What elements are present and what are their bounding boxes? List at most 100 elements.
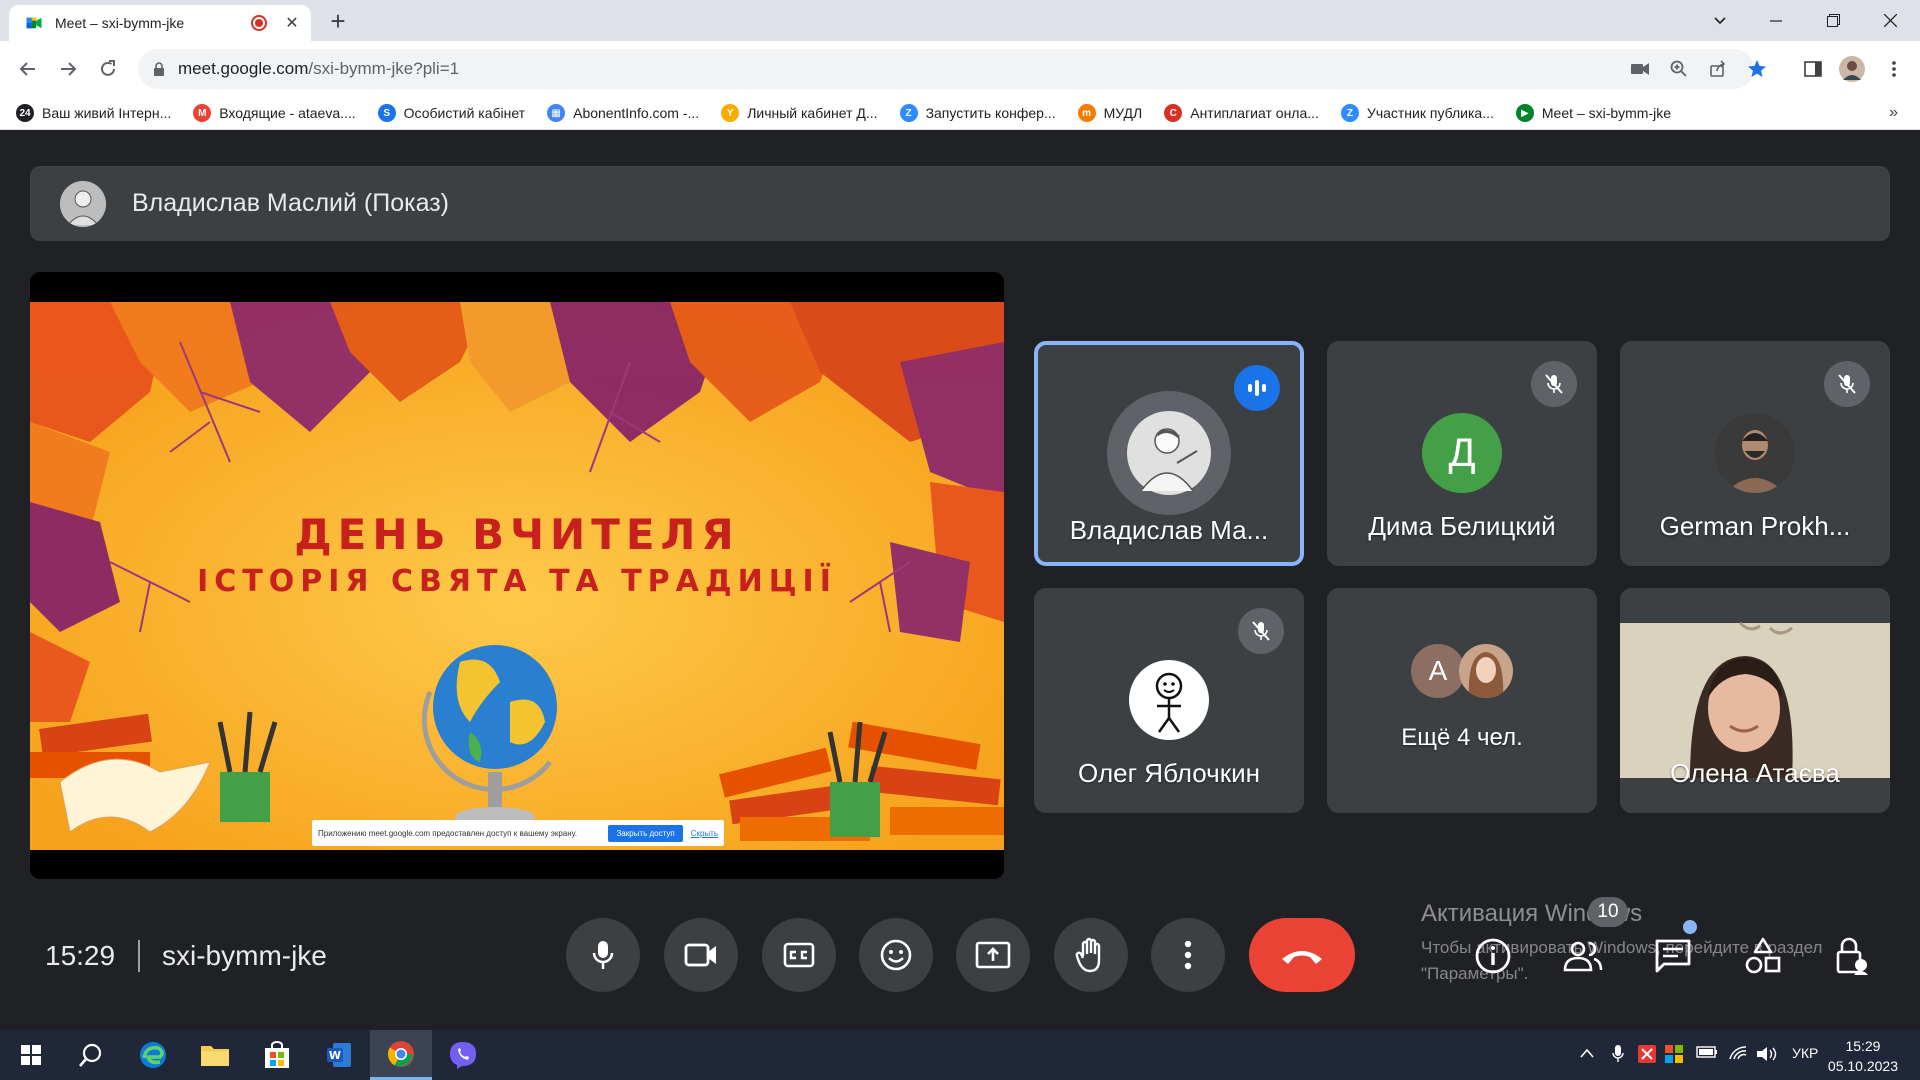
tab-close-icon[interactable]: ✕ [283, 13, 301, 33]
chat-notification-dot [1683, 920, 1697, 934]
bookmark-item[interactable]: S Особистий кабінет [377, 104, 525, 122]
meeting-details-button[interactable] [1470, 935, 1516, 977]
host-lock-icon [1836, 937, 1868, 975]
tab-meet[interactable]: Meet – sxi-bymm-jke ✕ [9, 5, 311, 41]
captions-button[interactable] [762, 918, 836, 992]
address-bar[interactable]: meet.google.com/sxi-bymm-jke?pli=1 [138, 49, 1766, 89]
slide-title: ДЕНЬ ВЧИТЕЛЯ [294, 510, 740, 559]
share-icon[interactable] [1704, 57, 1732, 81]
bookmark-item[interactable]: m МУДЛ [1077, 104, 1142, 122]
more-participant-avatar: A [1411, 644, 1465, 698]
bookmark-label: Входящие - ataeva.... [219, 105, 356, 121]
participant-photo-avatar [1715, 413, 1795, 493]
stop-sharing-button[interactable]: Закрыть доступ [608, 824, 683, 842]
windows-start-icon[interactable] [0, 1030, 62, 1080]
shared-screen[interactable]: ДЕНЬ ВЧИТЕЛЯ ІСТОРІЯ СВЯТА ТА ТРАДИЦІЇ П… [30, 272, 1004, 879]
search-icon[interactable] [60, 1030, 122, 1080]
edge-icon[interactable] [122, 1030, 184, 1080]
chat-button[interactable] [1650, 935, 1696, 977]
more-participants-label: Ещё 4 чел. [1401, 724, 1523, 751]
minimize-icon[interactable] [1748, 0, 1804, 41]
reload-button[interactable] [92, 53, 124, 85]
chrome-icon[interactable] [370, 1030, 432, 1080]
present-button[interactable] [956, 918, 1030, 992]
end-call-icon [1282, 951, 1322, 964]
bookmark-item[interactable]: C Антиплагиат онла... [1164, 104, 1319, 122]
input-language[interactable]: УКР [1792, 1045, 1818, 1061]
battery-icon[interactable] [1696, 1045, 1718, 1062]
restore-icon[interactable] [1805, 0, 1861, 41]
system-date: 05.10.2023 [1827, 1058, 1898, 1074]
tray-mic-icon[interactable] [1612, 1045, 1624, 1066]
divider [138, 940, 140, 972]
camera-button[interactable] [664, 918, 738, 992]
bookmark-item[interactable]: ▶ Meet – sxi-bymm-jke [1515, 104, 1671, 122]
microsoft-store-icon[interactable] [246, 1030, 308, 1080]
share-notice-text: Приложению meet.google.com предоставлен … [318, 828, 578, 838]
participant-tile-more[interactable]: A Ещё 4 чел. [1327, 588, 1597, 813]
bookmark-favicon-icon: ▦ [547, 104, 566, 122]
bookmark-item[interactable]: 24 Ваш живий Інтерн... [16, 104, 171, 122]
profile-avatar[interactable] [1836, 53, 1868, 85]
participant-initial-avatar: Д [1422, 413, 1502, 493]
close-window-icon[interactable] [1862, 0, 1918, 41]
bookmark-star-icon[interactable] [1743, 57, 1771, 81]
activities-button[interactable] [1740, 935, 1786, 977]
participant-tile-olena[interactable]: Олена Атаєва [1620, 588, 1890, 813]
bookmarks-bar: 24 Ваш живий Інтерн... M Входящие - ataeva.… [0, 97, 1920, 130]
leave-call-button[interactable] [1249, 918, 1355, 992]
side-panel-icon[interactable] [1797, 53, 1829, 85]
zoom-icon[interactable] [1665, 57, 1693, 81]
system-clock[interactable]: 15:29 05.10.2023 [1828, 1036, 1898, 1076]
tray-antivirus-icon[interactable] [1638, 1045, 1656, 1066]
browser-menu-icon[interactable] [1878, 53, 1910, 85]
new-tab-button[interactable]: + [324, 8, 352, 36]
back-button[interactable] [12, 53, 44, 85]
more-options-button[interactable] [1151, 918, 1225, 992]
microphone-button[interactable] [566, 918, 640, 992]
bookmark-item[interactable]: M Входящие - ataeva.... [193, 104, 356, 122]
bookmark-label: Ваш живий Інтерн... [42, 105, 172, 121]
participant-name: Дима Белицкий [1368, 511, 1556, 541]
participant-drawing-avatar [1129, 660, 1209, 740]
info-icon [1475, 938, 1511, 974]
show-hidden-icons[interactable] [1580, 1045, 1594, 1061]
bookmark-favicon-icon: Z [899, 104, 918, 122]
participant-tile-german[interactable]: German Prokh... [1620, 341, 1890, 566]
file-explorer-icon[interactable] [184, 1030, 246, 1080]
forward-button[interactable] [52, 53, 84, 85]
participant-name: Олег Яблочкин [1078, 758, 1260, 788]
meeting-code: sxi-bymm-jke [162, 940, 327, 971]
tray-app-icon[interactable] [1665, 1045, 1683, 1066]
people-button[interactable] [1560, 935, 1606, 977]
volume-icon[interactable] [1756, 1045, 1778, 1066]
wifi-icon[interactable] [1728, 1045, 1748, 1064]
activities-icon [1745, 937, 1781, 974]
tab-search-icon[interactable] [1692, 0, 1748, 41]
presenter-name: Владислав Маслий (Показ) [132, 189, 450, 217]
participant-tile-dima[interactable]: Д Дима Белицкий [1327, 341, 1597, 566]
presenter-banner: Владислав Маслий (Показ) [30, 166, 1890, 241]
word-icon[interactable]: W [308, 1030, 370, 1080]
participant-tile-oleg[interactable]: Олег Яблочкин [1034, 588, 1304, 813]
viber-icon[interactable] [432, 1030, 494, 1080]
bookmark-item[interactable]: Z Участник публика... [1340, 104, 1494, 122]
present-screen-icon [975, 941, 1011, 969]
bookmark-favicon-icon: Y [721, 104, 740, 122]
bookmarks-more-button[interactable]: » [1889, 104, 1898, 122]
participant-name: German Prokh... [1659, 511, 1851, 541]
reactions-button[interactable] [859, 918, 933, 992]
raise-hand-button[interactable] [1054, 918, 1128, 992]
hide-notice-link[interactable]: Скрыть [691, 829, 718, 838]
host-controls-button[interactable] [1830, 935, 1876, 977]
people-count-badge: 10 [1588, 897, 1628, 927]
bookmark-item[interactable]: Z Запустить конфер... [899, 104, 1056, 122]
bookmark-item[interactable]: Y Личный кабинет Д... [721, 104, 878, 122]
bookmark-favicon-icon: S [377, 104, 396, 122]
browser-toolbar: meet.google.com/sxi-bymm-jke?pli=1 [0, 41, 1920, 97]
presentation-slide: ДЕНЬ ВЧИТЕЛЯ ІСТОРІЯ СВЯТА ТА ТРАДИЦІЇ П… [30, 302, 1004, 850]
participant-tile-vladyslav[interactable]: Владислав Ма... [1034, 341, 1304, 566]
more-participant-photo [1459, 644, 1513, 698]
camera-in-use-icon[interactable] [1626, 57, 1654, 81]
bookmark-item[interactable]: ▦ AbonentInfo.com -... [547, 104, 699, 122]
